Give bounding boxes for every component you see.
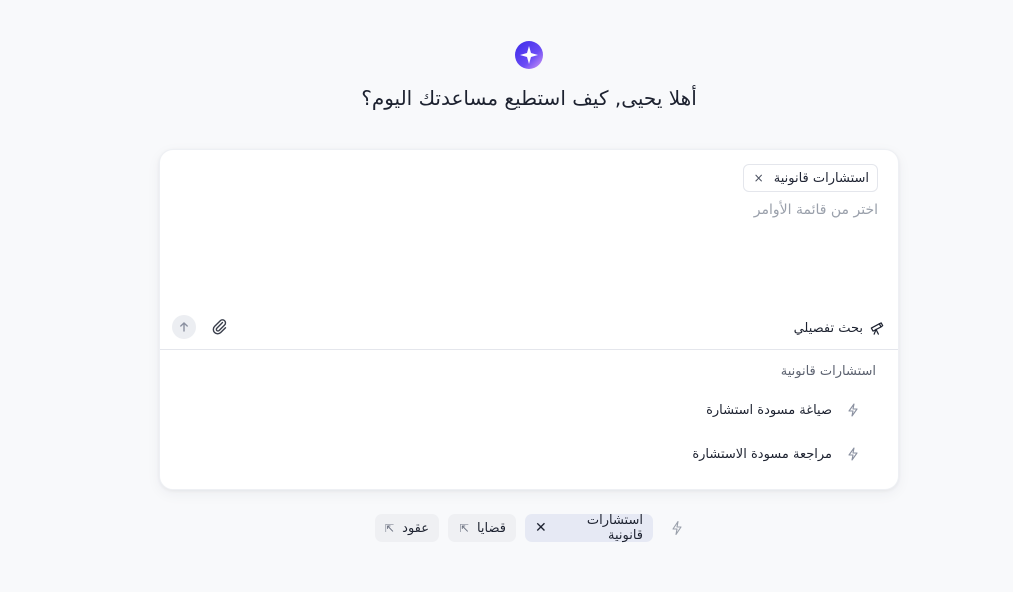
deep-search-toggle[interactable]: بحث تفصيلي: [794, 318, 884, 338]
greeting-heading: أهلا يحيى, كيف استطيع مساعدتك اليوم؟: [361, 86, 697, 110]
composer-card: استشارات قانونية × اختر من قائمة الأوامر…: [159, 149, 899, 490]
pill-label: قضايا: [476, 520, 506, 536]
assistant-logo-icon: [515, 41, 543, 69]
chip-remove-icon[interactable]: ×: [754, 172, 764, 184]
selected-category-chip[interactable]: استشارات قانونية ×: [742, 164, 878, 192]
command-item-label: صياغة مسودة استشارة: [706, 402, 832, 418]
expand-arrow-icon: ⇱: [459, 521, 469, 535]
pill-label: عقود: [402, 520, 429, 536]
divider: [160, 349, 898, 350]
paperclip-icon[interactable]: [210, 317, 228, 335]
command-item-label: مراجعة مسودة الاستشارة: [692, 446, 832, 462]
page: أهلا يحيى, كيف استطيع مساعدتك اليوم؟ است…: [0, 0, 1013, 592]
command-section-title: استشارات قانونية: [780, 364, 876, 379]
prompt-input[interactable]: اختر من قائمة الأوامر: [754, 202, 878, 218]
bolt-icon: [848, 403, 858, 417]
command-item-review-consultation[interactable]: مراجعة مسودة الاستشارة: [692, 443, 860, 465]
expand-arrow-icon: ⇱: [384, 521, 395, 535]
pill-legal-consultations[interactable]: استشارات قانونية ✕: [525, 513, 653, 543]
chip-label: استشارات قانونية: [773, 170, 869, 186]
close-icon[interactable]: ✕: [535, 520, 547, 536]
command-item-draft-consultation[interactable]: صياغة مسودة استشارة: [706, 399, 860, 421]
pill-label: استشارات قانونية: [586, 513, 643, 543]
bolt-icon: [672, 520, 682, 536]
pill-contracts[interactable]: عقود ⇱: [375, 514, 439, 542]
bolt-icon: [848, 447, 858, 461]
send-button[interactable]: [172, 315, 196, 339]
quick-pills: استشارات قانونية ✕ قضايا ⇱ عقود ⇱: [0, 513, 1013, 543]
pill-cases[interactable]: قضايا ⇱: [448, 514, 516, 542]
telescope-icon: [870, 321, 884, 335]
arrow-up-icon: [180, 322, 188, 332]
deep-search-label: بحث تفصيلي: [793, 320, 863, 336]
